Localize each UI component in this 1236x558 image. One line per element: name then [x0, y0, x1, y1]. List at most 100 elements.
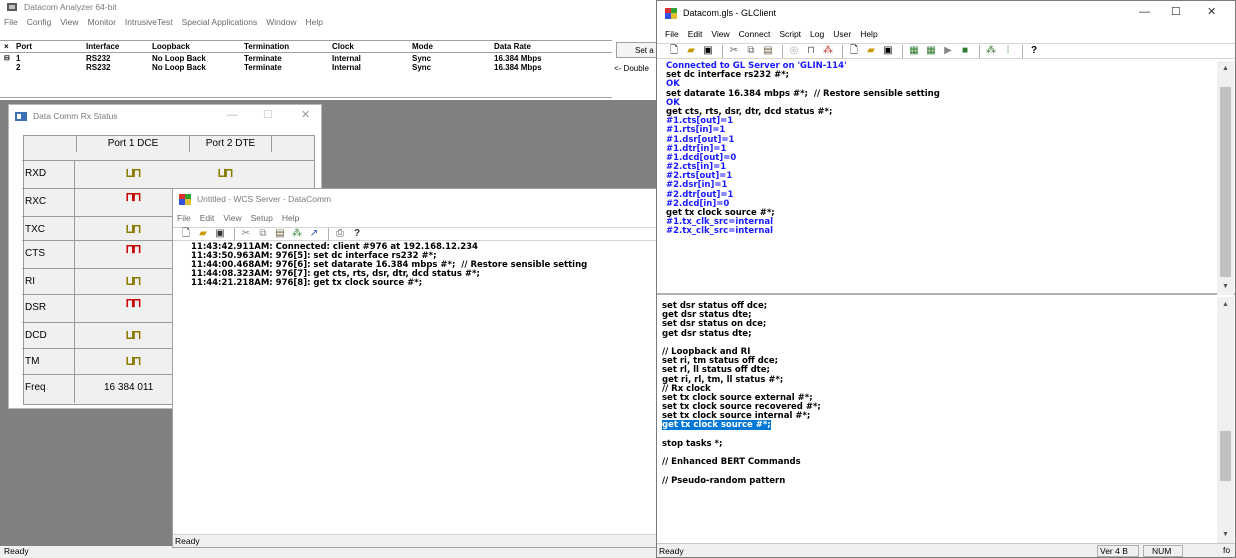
new-file-icon[interactable]: 🗋 — [667, 45, 681, 58]
script-line[interactable]: stop tasks *; — [662, 439, 1202, 449]
network-icon[interactable]: ⁂ — [290, 228, 304, 241]
status-num: NUM — [1143, 545, 1183, 557]
step-icon[interactable]: ▶ — [941, 45, 955, 58]
close-icon[interactable]: ✕ — [301, 108, 310, 121]
glclient-titlebar[interactable]: Datacom.gls - GLClient — ☐ ✕ — [657, 1, 1235, 25]
wcs-menu-edit[interactable]: Edit — [200, 213, 215, 223]
close-icon[interactable]: ✕ — [1207, 5, 1216, 18]
col-loopback[interactable]: Loopback — [152, 42, 190, 51]
save-script-icon[interactable]: ▣ — [881, 45, 895, 58]
paste-icon[interactable]: ▤ — [761, 45, 775, 58]
new-file-icon[interactable]: 🗋 — [179, 228, 193, 241]
stop-icon[interactable]: ■ — [958, 45, 972, 58]
col-interface[interactable]: Interface — [86, 42, 119, 51]
menu-view[interactable]: View — [60, 17, 78, 27]
paste-icon[interactable]: ▤ — [273, 228, 287, 241]
network-icon[interactable]: ⁂ — [821, 45, 835, 58]
rx-status-titlebar[interactable]: Data Comm Rx Status — ☐ ✕ — [9, 105, 321, 127]
gl-menu-script[interactable]: Script — [779, 29, 801, 39]
cut-icon[interactable]: ✂ — [239, 228, 253, 241]
analyzer-titlebar[interactable]: Datacom Analyzer 64-bit — [0, 0, 660, 14]
open-folder-icon[interactable]: ▰ — [684, 45, 698, 58]
minimize-icon[interactable]: — — [227, 109, 238, 121]
script-line[interactable]: // Enhanced BERT Commands — [662, 457, 1202, 467]
wcs-titlebar[interactable]: Untitled - WCS Server - DataComm — [173, 189, 659, 209]
menu-window[interactable]: Window — [266, 17, 296, 27]
cell-port: 2 — [16, 63, 21, 72]
script-line[interactable]: get ri, rl, tm, ll status #*; — [662, 375, 1202, 385]
gl-menu-file[interactable]: File — [665, 29, 679, 39]
cell-interface: RS232 — [86, 63, 111, 72]
script-line[interactable]: get tx clock source #*; — [662, 420, 1202, 431]
help-icon[interactable]: ? — [350, 228, 364, 241]
pointer-icon[interactable]: ↗ — [307, 228, 321, 241]
menu-monitor[interactable]: Monitor — [88, 17, 116, 27]
col-data-rate[interactable]: Data Rate — [494, 42, 531, 51]
run-all-icon[interactable]: ▦ — [924, 45, 938, 58]
script-scrollbar[interactable]: ▲ ▼ — [1217, 297, 1234, 543]
users-icon[interactable]: ⁂ — [984, 45, 998, 58]
scroll-down-icon[interactable]: ▼ — [1222, 283, 1229, 290]
run-icon[interactable]: ▦ — [907, 45, 921, 58]
open-script-icon[interactable]: ▰ — [864, 45, 878, 58]
set-button[interactable]: Set a — [616, 42, 660, 58]
scroll-down-icon[interactable]: ▼ — [1222, 531, 1229, 538]
wcs-menu-file[interactable]: File — [177, 213, 191, 223]
output-scroll-thumb[interactable] — [1220, 87, 1231, 277]
col-clock[interactable]: Clock — [332, 42, 354, 51]
col-termination[interactable]: Termination — [244, 42, 289, 51]
toolbar-separator — [1022, 44, 1023, 58]
gl-menu-view[interactable]: View — [711, 29, 729, 39]
gl-menu-log[interactable]: Log — [810, 29, 824, 39]
disconnect-icon[interactable]: ◎ — [787, 45, 801, 58]
cell-data-rate: 16.384 Mbps — [494, 63, 542, 72]
gl-menu-connect[interactable]: Connect — [739, 29, 771, 39]
open-folder-icon[interactable]: ▰ — [196, 228, 210, 241]
glclient-status-bar: Ready Ver 4 B NUM fo — [657, 543, 1235, 557]
menu-special-applications[interactable]: Special Applications — [182, 17, 258, 27]
output-scrollbar[interactable]: ▲ ▼ — [1217, 61, 1234, 295]
wcs-menu-view[interactable]: View — [223, 213, 241, 223]
print-icon[interactable]: ⎙ — [333, 228, 347, 241]
traffic-light-icon[interactable]: ⁞ — [1001, 45, 1015, 58]
col-port[interactable]: Port — [16, 42, 32, 51]
toolbar-separator — [234, 227, 235, 241]
scroll-up-icon[interactable]: ▲ — [1222, 65, 1229, 72]
copy-icon[interactable]: ⧉ — [744, 45, 758, 58]
toolbar-separator — [842, 44, 843, 58]
script-scroll-thumb[interactable] — [1220, 431, 1231, 481]
wcs-menu-setup[interactable]: Setup — [251, 213, 273, 223]
collapse-icon[interactable]: × — [4, 42, 9, 51]
signal-port1-icon: ⊔⊓ — [126, 222, 141, 237]
cut-icon[interactable]: ✂ — [727, 45, 741, 58]
gl-menu-user[interactable]: User — [833, 29, 851, 39]
save-icon[interactable]: ▣ — [701, 45, 715, 58]
help-icon[interactable]: ? — [1027, 45, 1041, 58]
table-row[interactable]: 2 RS232 No Loop Back Terminate Internal … — [0, 63, 612, 73]
selected-script-text[interactable]: get tx clock source #*; — [662, 420, 771, 431]
wcs-status-bar: Ready — [173, 534, 659, 547]
script-line[interactable] — [662, 431, 1202, 440]
new-script-icon[interactable]: 🗋 — [847, 45, 861, 58]
col-mode[interactable]: Mode — [412, 42, 433, 51]
save-icon[interactable]: ▣ — [213, 228, 227, 241]
connect-icon[interactable]: ⊓ — [804, 45, 818, 58]
maximize-icon[interactable]: ☐ — [263, 108, 273, 121]
script-line[interactable]: get dsr status dte; — [662, 329, 1202, 339]
menu-file[interactable]: File — [4, 17, 18, 27]
gl-menu-help[interactable]: Help — [860, 29, 877, 39]
wcs-menu-help[interactable]: Help — [282, 213, 299, 223]
expand-icon[interactable]: ⊟ — [4, 54, 10, 62]
script-line[interactable]: // Pseudo-random pattern — [662, 476, 1202, 486]
minimize-icon[interactable]: — — [1139, 6, 1150, 18]
script-editor[interactable]: set dsr status off dce; get dsr status dt… — [662, 301, 1202, 486]
menu-intrusivetest[interactable]: IntrusiveTest — [125, 17, 173, 27]
menu-help[interactable]: Help — [305, 17, 322, 27]
maximize-icon[interactable]: ☐ — [1171, 5, 1181, 18]
output-line: #1.cts[out]=1 — [666, 116, 734, 127]
scroll-up-icon[interactable]: ▲ — [1222, 301, 1229, 308]
rx-status-title: Data Comm Rx Status — [33, 111, 118, 121]
copy-icon[interactable]: ⧉ — [256, 228, 270, 241]
gl-menu-edit[interactable]: Edit — [688, 29, 703, 39]
menu-config[interactable]: Config — [27, 17, 52, 27]
